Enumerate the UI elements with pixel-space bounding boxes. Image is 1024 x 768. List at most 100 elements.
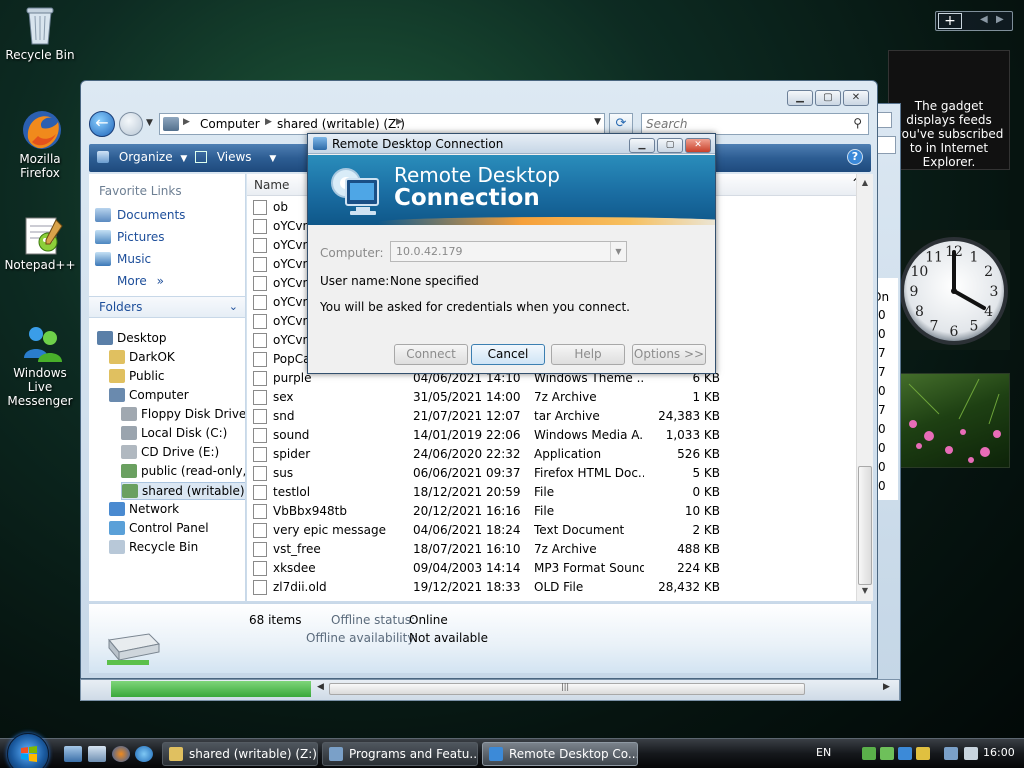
search-input[interactable] bbox=[646, 115, 842, 133]
sidebar-next-icon[interactable]: ▶ bbox=[996, 14, 1004, 25]
close-button[interactable]: ✕ bbox=[843, 90, 869, 106]
favorite-link-pictures[interactable]: Pictures bbox=[95, 229, 165, 247]
desktop-icon-messenger[interactable]: Windows Live Messenger bbox=[0, 322, 80, 408]
desktop-icon-recycle-bin[interactable]: Recycle Bin bbox=[0, 4, 80, 62]
maximize-button[interactable]: ▢ bbox=[657, 138, 683, 153]
volume-icon[interactable] bbox=[964, 747, 978, 760]
folder-tree-item[interactable]: shared (writable) (Z: bbox=[121, 482, 245, 500]
scroll-left-icon[interactable]: ◀ bbox=[317, 682, 324, 692]
file-row[interactable]: zl7dii.old 19/12/2021 18:33 OLD File 28,432… bbox=[251, 578, 855, 597]
favorite-link-music[interactable]: Music bbox=[95, 251, 151, 269]
sidebar-prev-icon[interactable]: ◀ bbox=[980, 14, 988, 25]
forward-button[interactable] bbox=[119, 112, 143, 136]
minimize-button[interactable]: ▁ bbox=[629, 138, 655, 153]
remote-monitor-icon bbox=[328, 165, 380, 217]
folder-tree-item[interactable]: Floppy Disk Drive (A bbox=[121, 406, 245, 424]
desktop-icon-label: Notepad++ bbox=[4, 258, 76, 272]
clock-gadget[interactable]: 121234567891011 bbox=[898, 230, 1010, 350]
help-icon[interactable]: ? bbox=[847, 149, 863, 165]
file-row[interactable]: very epic message 04/06/2021 18:24 Text Do… bbox=[251, 521, 855, 540]
folder-tree-item[interactable]: Network bbox=[109, 501, 179, 519]
folder-tree-item[interactable]: public (read-only, n bbox=[121, 463, 245, 481]
folder-tree-item[interactable]: CD Drive (E:) bbox=[121, 444, 219, 462]
help-button[interactable]: Help bbox=[551, 344, 625, 365]
refresh-icon[interactable]: ⟳ bbox=[609, 113, 633, 135]
views-button[interactable]: Views ▼ bbox=[195, 150, 276, 164]
file-type: File bbox=[534, 485, 555, 499]
vertical-scrollbar[interactable]: ▲ ▼ bbox=[856, 174, 873, 601]
breadcrumb-computer[interactable]: Computer bbox=[200, 117, 260, 131]
scroll-down-icon[interactable]: ▼ bbox=[859, 586, 871, 598]
folder-tree-item[interactable]: Local Disk (C:) bbox=[121, 425, 227, 443]
network-tray-icon[interactable] bbox=[898, 747, 912, 760]
minimize-button[interactable]: ▁ bbox=[787, 90, 813, 106]
taskbar-button[interactable]: shared (writable) (Z:) bbox=[162, 742, 318, 766]
file-row[interactable]: vst_free 18/07/2021 16:10 7z Archive 488 KB bbox=[251, 540, 855, 559]
breadcrumb-current[interactable]: shared (writable) (Z:) bbox=[277, 117, 405, 131]
folder-tree-item[interactable]: Computer bbox=[109, 387, 189, 405]
scroll-right-icon[interactable]: ▶ bbox=[883, 682, 890, 692]
remote-desktop-dialog[interactable]: Remote Desktop Connection ▁ ▢ ✕ Remote Des… bbox=[307, 133, 716, 374]
search-icon[interactable]: ⚲ bbox=[853, 116, 862, 130]
chevron-down-icon: ⌄ bbox=[228, 300, 238, 313]
recent-pages-dropdown-icon[interactable]: ▼ bbox=[146, 118, 153, 128]
breadcrumb-chevron-icon[interactable]: ▶ bbox=[396, 117, 403, 127]
folder-tree-item[interactable]: Desktop bbox=[97, 330, 167, 348]
file-date: 18/07/2021 16:10 bbox=[413, 542, 521, 556]
internet-explorer-icon[interactable] bbox=[135, 746, 153, 762]
cancel-button[interactable]: Cancel bbox=[471, 344, 545, 365]
address-dropdown-icon[interactable]: ▼ bbox=[594, 117, 601, 127]
add-gadget-button[interactable]: + bbox=[938, 13, 962, 29]
computer-combobox[interactable]: 10.0.42.179 ▼ bbox=[390, 241, 627, 262]
favorite-link-documents[interactable]: Documents bbox=[95, 207, 185, 225]
dialog-title-bar[interactable]: Remote Desktop Connection ▁ ▢ ✕ bbox=[308, 134, 715, 154]
file-row[interactable]: sound 14/01/2019 22:06 Windows Media A... 1… bbox=[251, 426, 855, 445]
firefox-icon[interactable] bbox=[112, 746, 130, 762]
file-row[interactable]: sus 06/06/2021 09:37 Firefox HTML Doc... 5 … bbox=[251, 464, 855, 483]
folder-tree-item[interactable]: Recycle Bin bbox=[109, 539, 198, 557]
file-icon bbox=[253, 333, 267, 348]
folders-header[interactable]: Folders ⌄ bbox=[89, 296, 245, 318]
taskbar-button[interactable]: Programs and Featu... bbox=[322, 742, 478, 766]
show-desktop-icon[interactable] bbox=[64, 746, 82, 762]
scroll-up-icon[interactable]: ▲ bbox=[859, 178, 871, 190]
users-tray-icon[interactable] bbox=[880, 747, 894, 760]
folder-tree-item[interactable]: Control Panel bbox=[109, 520, 209, 538]
security-tray-icon[interactable] bbox=[916, 747, 930, 760]
taskbar-clock[interactable]: 16:00 bbox=[983, 746, 1015, 759]
column-name[interactable]: Name bbox=[254, 178, 289, 192]
notepadpp-icon bbox=[20, 214, 63, 255]
file-row[interactable]: VbBbx948tb 20/12/2021 16:16 File 10 KB bbox=[251, 502, 855, 521]
file-row[interactable]: spider 24/06/2020 22:32 Application 526 KB bbox=[251, 445, 855, 464]
network-status-icon[interactable] bbox=[944, 747, 958, 760]
scrollbar-grip-icon: ||| bbox=[561, 682, 570, 691]
file-row[interactable]: sex 31/05/2021 14:00 7z Archive 1 KB bbox=[251, 388, 855, 407]
folder-tree-item[interactable]: Public bbox=[109, 368, 165, 386]
file-row[interactable]: testlol 18/12/2021 20:59 File 0 KB bbox=[251, 483, 855, 502]
file-row[interactable]: xksdee 09/04/2003 14:14 MP3 Format Sound 22… bbox=[251, 559, 855, 578]
organize-button[interactable]: Organize ▼ bbox=[97, 150, 187, 164]
chevron-down-icon[interactable]: ▼ bbox=[610, 242, 626, 261]
options-button[interactable]: Options >> bbox=[632, 344, 706, 365]
maximize-button[interactable]: ▢ bbox=[815, 90, 841, 106]
switch-windows-icon[interactable] bbox=[88, 746, 106, 762]
scrollbar-thumb[interactable] bbox=[858, 466, 872, 585]
connect-button[interactable]: Connect bbox=[394, 344, 468, 365]
feed-headlines-gadget[interactable]: The gadget displays feeds you've subscri… bbox=[888, 50, 1010, 170]
close-button[interactable]: ✕ bbox=[685, 138, 711, 153]
start-button[interactable] bbox=[7, 733, 49, 768]
breadcrumb-chevron-icon[interactable]: ▶ bbox=[265, 117, 272, 127]
back-button[interactable]: ← bbox=[89, 111, 115, 137]
file-row[interactable]: snd 21/07/2021 12:07 tar Archive 24,383 KB bbox=[251, 407, 855, 426]
breadcrumb-chevron-icon[interactable]: ▶ bbox=[183, 117, 190, 127]
file-type: 7z Archive bbox=[534, 542, 597, 556]
taskbar-button[interactable]: Remote Desktop Co... bbox=[482, 742, 638, 766]
language-indicator[interactable]: EN bbox=[816, 746, 831, 759]
more-links[interactable]: More » bbox=[95, 273, 164, 291]
desktop-icon-firefox[interactable]: Mozilla Firefox bbox=[0, 108, 80, 180]
slideshow-gadget[interactable] bbox=[898, 373, 1010, 468]
folder-tree-item[interactable]: DarkOK bbox=[109, 349, 175, 367]
messenger-tray-icon[interactable] bbox=[862, 747, 876, 760]
address-bar[interactable]: ▶ Computer ▶ shared (writable) (Z:) ▶ ▼ bbox=[159, 113, 605, 135]
desktop-icon-notepadpp[interactable]: Notepad++ bbox=[0, 214, 80, 272]
